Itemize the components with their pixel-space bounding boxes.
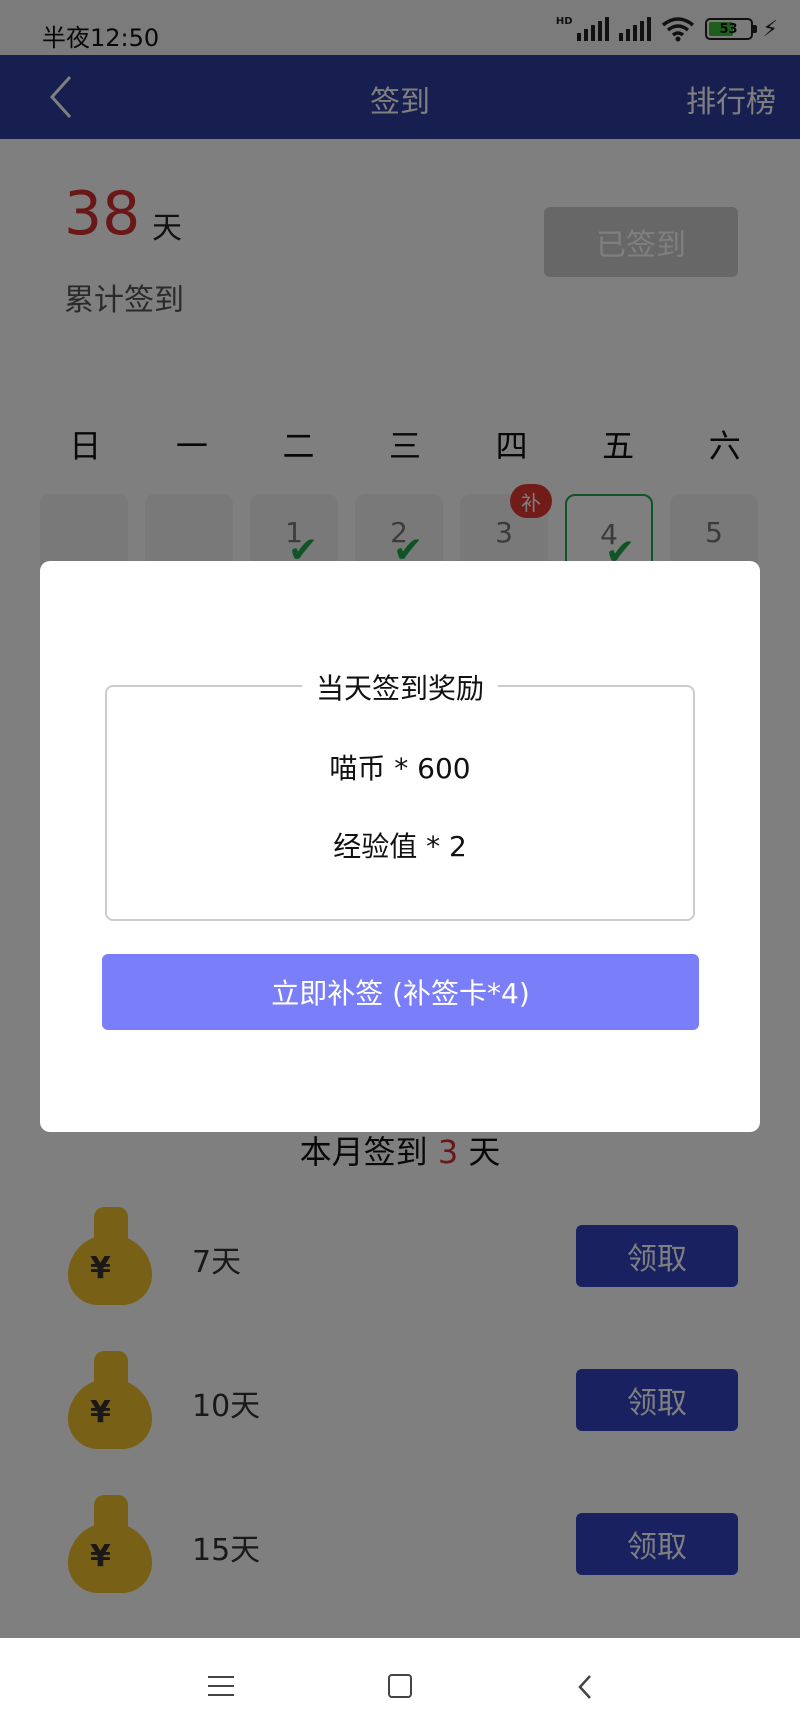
system-nav-bar (0, 1638, 800, 1733)
menu-icon[interactable] (208, 1676, 234, 1698)
home-icon[interactable] (388, 1674, 412, 1698)
back-icon[interactable] (575, 1672, 595, 1702)
modal-title: 当天签到奖励 (301, 672, 498, 705)
reward-exp: 经验值 * 2 (333, 830, 467, 863)
reward-modal: 当天签到奖励 喵币 * 600 经验值 * 2 立即补签 (补签卡*4) (40, 561, 760, 1132)
reward-box: 当天签到奖励 喵币 * 600 经验值 * 2 (105, 672, 695, 921)
reward-coins: 喵币 * 600 (329, 752, 471, 785)
makeup-sign-button[interactable]: 立即补签 (补签卡*4) (102, 954, 699, 1030)
